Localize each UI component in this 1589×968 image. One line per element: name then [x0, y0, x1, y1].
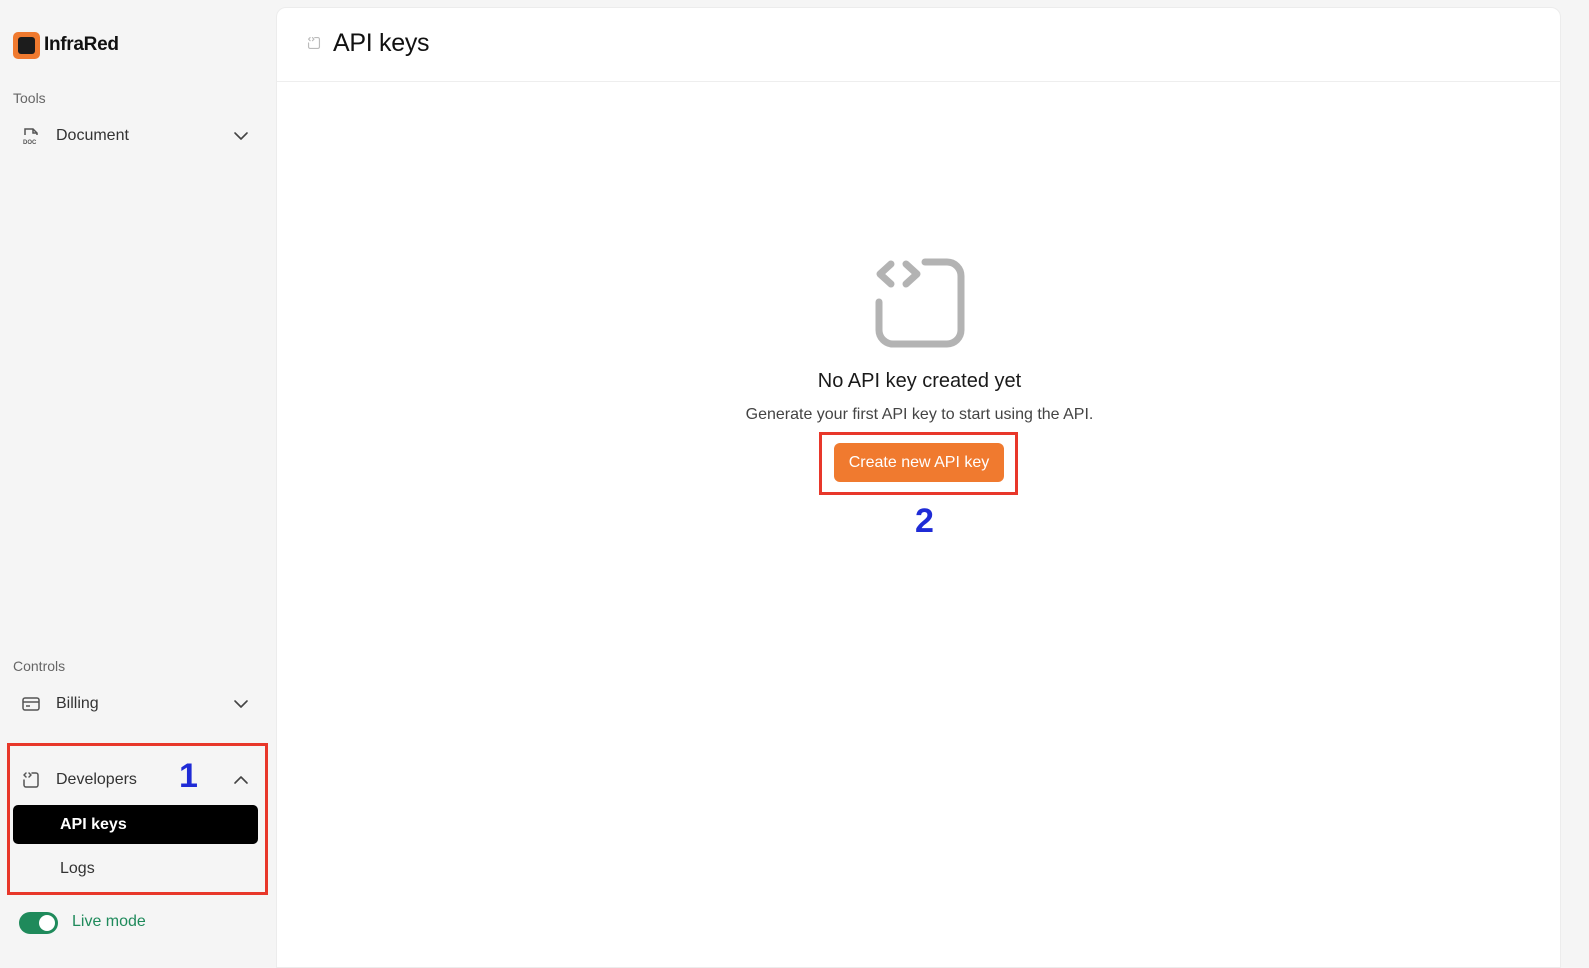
- annotation-number-1: 1: [179, 757, 198, 795]
- chevron-up-icon[interactable]: [231, 770, 251, 790]
- sidebar-item-developers[interactable]: Developers: [13, 760, 263, 800]
- sidebar-item-label: Document: [56, 127, 129, 144]
- code-window-icon: [21, 770, 41, 790]
- page-header: API keys: [277, 8, 1560, 82]
- credit-card-icon: [21, 694, 41, 714]
- sidebar-subitem-logs[interactable]: Logs: [13, 849, 258, 888]
- section-label-tools: Tools: [13, 90, 46, 106]
- section-label-controls: Controls: [13, 658, 66, 674]
- empty-state-title: No API key created yet: [817, 370, 1022, 392]
- brand-name: InfraRed: [44, 34, 119, 55]
- doc-file-icon: DOC: [21, 126, 41, 146]
- empty-state-description: Generate your first API key to start usi…: [745, 406, 1094, 423]
- annotation-number-2: 2: [915, 502, 934, 540]
- chevron-down-icon[interactable]: [231, 126, 251, 146]
- chevron-down-icon[interactable]: [231, 694, 251, 714]
- page-title: API keys: [333, 29, 430, 57]
- infrared-logo: [13, 31, 40, 59]
- sidebar-item-label: Billing: [56, 695, 99, 712]
- brand[interactable]: InfraRed: [13, 31, 119, 59]
- sidebar: InfraRed Tools DOC Document Controls Bil…: [0, 0, 276, 968]
- sidebar-subitem-api-keys[interactable]: API keys: [13, 805, 258, 844]
- live-mode-label: Live mode: [72, 913, 146, 930]
- subitem-label: Logs: [60, 859, 95, 877]
- sidebar-item-billing[interactable]: Billing: [13, 684, 263, 724]
- sidebar-item-label: Developers: [56, 771, 137, 788]
- sidebar-item-document[interactable]: DOC Document: [13, 116, 263, 156]
- create-api-key-button[interactable]: Create new API key: [834, 443, 1004, 482]
- main-panel: API keys No API key created yet Generate…: [276, 7, 1561, 968]
- live-mode-toggle[interactable]: [19, 912, 58, 934]
- code-window-icon: [875, 258, 965, 348]
- svg-text:DOC: DOC: [23, 140, 37, 145]
- subitem-label: API keys: [60, 815, 127, 833]
- code-window-icon: [307, 36, 321, 50]
